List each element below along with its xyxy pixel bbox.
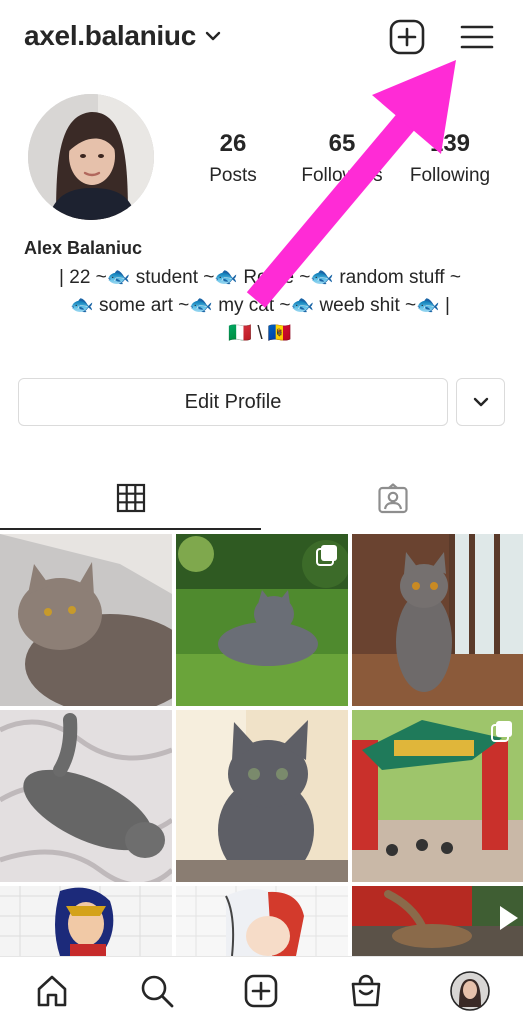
nav-create[interactable] <box>241 971 281 1011</box>
followers-label: Followers <box>301 165 383 186</box>
tagged-icon <box>377 483 408 514</box>
shop-icon <box>351 974 381 1007</box>
create-icon <box>244 974 278 1008</box>
search-icon <box>141 975 174 1008</box>
following-stat[interactable]: 139 Following <box>400 130 500 188</box>
post-thumbnail[interactable] <box>352 710 523 882</box>
post-thumbnail[interactable] <box>176 710 348 882</box>
grid-icon <box>116 483 145 513</box>
posts-label: Posts <box>209 165 257 186</box>
post-image <box>176 710 348 882</box>
post-thumbnail[interactable] <box>352 534 523 706</box>
post-image <box>0 710 172 882</box>
edit-profile-button[interactable]: Edit Profile <box>18 378 448 426</box>
nav-shop[interactable] <box>346 971 386 1011</box>
nav-search[interactable] <box>137 971 177 1011</box>
post-image <box>176 886 348 956</box>
post-image <box>352 534 523 706</box>
multiple-photos-icon <box>316 545 337 566</box>
home-icon <box>37 975 67 1007</box>
bio-line: | 22 ~🐟 student ~🐟 Rome ~🐟 random stuff … <box>59 267 461 288</box>
menu-icon[interactable] <box>458 18 496 56</box>
following-count: 139 <box>429 130 471 157</box>
profile-tabs <box>0 468 523 532</box>
profile-header: axel.balaniuc <box>0 0 523 80</box>
bottom-navigation <box>0 956 523 1024</box>
tab-posts-grid[interactable] <box>0 468 261 530</box>
chevron-down-icon <box>205 31 221 41</box>
post-thumbnail[interactable] <box>176 534 348 706</box>
chevron-down-icon <box>473 397 488 407</box>
followers-count: 65 <box>328 130 356 157</box>
new-post-icon[interactable] <box>388 18 426 56</box>
username-label: axel.balaniuc <box>24 20 196 51</box>
post-thumbnail[interactable] <box>352 886 523 956</box>
post-image <box>352 886 523 956</box>
avatar-photo <box>28 94 154 220</box>
suggestions-toggle-button[interactable] <box>456 378 505 426</box>
tab-tagged[interactable] <box>262 468 523 530</box>
followers-stat[interactable]: 65 Followers <box>292 130 392 188</box>
account-switcher[interactable]: axel.balaniuc <box>24 20 222 52</box>
profile-bio: | 22 ~🐟 student ~🐟 Rome ~🐟 random stuff … <box>20 264 500 348</box>
bio-line: 🐟 some art ~🐟 my cat ~🐟 weeb shit ~🐟 | <box>70 295 450 316</box>
post-image <box>0 534 172 706</box>
post-thumbnail[interactable] <box>0 886 172 956</box>
nav-profile[interactable] <box>450 971 490 1011</box>
bio-line: 🇮🇹 \ 🇲🇩 <box>228 323 292 344</box>
post-thumbnail[interactable] <box>0 534 172 706</box>
profile-full-name: Alex Balaniuc <box>24 238 143 258</box>
profile-avatar <box>450 971 490 1011</box>
posts-stat: 26 Posts <box>190 130 276 188</box>
post-thumbnail[interactable] <box>0 710 172 882</box>
post-thumbnail[interactable] <box>176 886 348 956</box>
nav-home[interactable] <box>32 971 72 1011</box>
profile-avatar[interactable] <box>28 94 154 220</box>
posts-count: 26 <box>219 130 247 157</box>
following-label: Following <box>409 165 491 186</box>
post-image <box>0 886 172 956</box>
multiple-photos-icon <box>491 721 512 742</box>
